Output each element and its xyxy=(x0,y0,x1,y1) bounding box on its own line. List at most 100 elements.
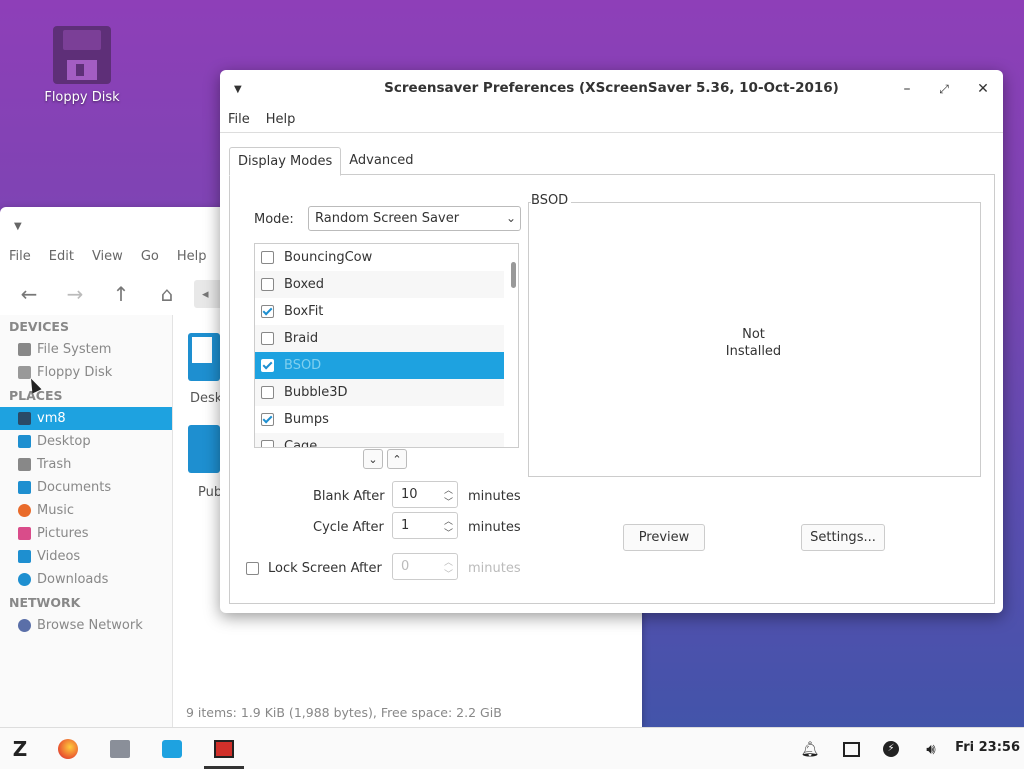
sidebar-item-pictures[interactable]: Pictures xyxy=(0,522,172,545)
menu-view[interactable]: View xyxy=(83,249,132,269)
back-arrow-icon[interactable]: ← xyxy=(6,279,52,309)
move-down-button[interactable]: ⌄ xyxy=(363,449,383,469)
screen-icon[interactable] xyxy=(839,737,863,761)
menu-file[interactable]: File xyxy=(220,112,258,127)
close-icon[interactable]: ✕ xyxy=(971,78,995,100)
firefox-icon[interactable] xyxy=(56,737,80,761)
not-installed-text: Not Installed xyxy=(725,327,782,359)
downloads-icon xyxy=(18,573,31,586)
pictures-icon xyxy=(18,527,31,540)
cycle-after-unit: minutes xyxy=(468,520,521,535)
spin-down-icon[interactable]: ﹀ xyxy=(444,495,453,508)
sidebar-item-downloads[interactable]: Downloads xyxy=(0,568,172,591)
sidebar-item-browse-network[interactable]: Browse Network xyxy=(0,614,172,637)
clock[interactable]: Fri 23:56 xyxy=(955,740,1020,755)
tab-display-modes[interactable]: Display Modes xyxy=(229,147,342,176)
blank-after-label: Blank After xyxy=(313,489,385,504)
display-modes-panel: Mode: Random Screen Saver ⌄ BouncingCow … xyxy=(229,174,995,604)
screensaver-app-icon[interactable] xyxy=(212,737,236,761)
documents-icon xyxy=(18,481,31,494)
sidebar-item-trash[interactable]: Trash xyxy=(0,453,172,476)
checkbox[interactable] xyxy=(261,278,274,291)
notifications-bell-icon[interactable]: 🔔︎ xyxy=(798,737,822,761)
list-item[interactable]: Cage xyxy=(255,433,504,447)
status-bar: 9 items: 1.9 KiB (1,988 bytes), Free spa… xyxy=(186,705,502,720)
blank-after-unit: minutes xyxy=(468,489,521,504)
checkbox[interactable] xyxy=(261,413,274,426)
preview-group-label: BSOD xyxy=(531,193,572,208)
taskbar: Z 🔔︎ ⚡︎ 🔊︎ Fri 23:56 xyxy=(0,727,1024,769)
window-menu-icon[interactable]: ▼ xyxy=(14,221,22,232)
cycle-after-spinner[interactable]: 1 ︿ ﹀ xyxy=(392,512,458,539)
tab-advanced[interactable]: Advanced xyxy=(341,147,421,174)
home-icon[interactable]: ⌂ xyxy=(144,279,190,309)
drive-icon xyxy=(18,343,31,356)
sidebar-item-documents[interactable]: Documents xyxy=(0,476,172,499)
settings-button[interactable]: Settings... xyxy=(801,524,885,551)
up-arrow-icon[interactable]: ↑ xyxy=(98,279,144,309)
sidebar-header-places: PLACES xyxy=(9,388,63,403)
volume-icon[interactable]: 🔊︎ xyxy=(919,737,943,761)
desktop-icon-floppy[interactable]: Floppy Disk xyxy=(40,26,124,105)
menu-go[interactable]: Go xyxy=(132,249,168,269)
list-item[interactable]: Boxed xyxy=(255,271,504,298)
menu-edit[interactable]: Edit xyxy=(40,249,83,269)
music-icon xyxy=(18,504,31,517)
lock-screen-unit: minutes xyxy=(468,561,521,576)
move-up-button[interactable]: ⌃ xyxy=(387,449,407,469)
checkbox[interactable] xyxy=(261,359,274,372)
zorin-menu-icon[interactable]: Z xyxy=(8,737,32,761)
screensaver-list[interactable]: BouncingCow Boxed BoxFit Braid BSOD Bubb… xyxy=(254,243,519,448)
lock-screen-spinner[interactable]: 0 ︿ ﹀ xyxy=(392,553,458,580)
software-store-icon[interactable] xyxy=(160,737,184,761)
spin-down-icon[interactable]: ﹀ xyxy=(444,526,453,539)
cycle-after-label: Cycle After xyxy=(313,520,384,535)
checkbox[interactable] xyxy=(261,332,274,345)
network-icon xyxy=(18,619,31,632)
sidebar-item-file-system[interactable]: File System xyxy=(0,338,172,361)
mode-select[interactable]: Random Screen Saver ⌄ xyxy=(308,206,521,231)
mode-label: Mode: xyxy=(254,212,294,227)
lock-screen-checkbox-row[interactable]: Lock Screen After xyxy=(246,561,382,576)
forward-arrow-icon[interactable]: → xyxy=(52,279,98,309)
sidebar: DEVICES File System Floppy Disk PLACES v… xyxy=(0,315,173,727)
sidebar-item-desktop[interactable]: Desktop xyxy=(0,430,172,453)
sidebar-header-network: NETWORK xyxy=(9,595,81,610)
trash-icon xyxy=(18,458,31,471)
checkbox[interactable] xyxy=(261,440,274,447)
lock-screen-checkbox[interactable] xyxy=(246,562,259,575)
checkbox[interactable] xyxy=(261,305,274,318)
minimize-icon[interactable]: – xyxy=(895,78,919,100)
folder-icon xyxy=(188,425,220,473)
checkbox[interactable] xyxy=(261,386,274,399)
floppy-disk-icon xyxy=(53,26,111,84)
file-manager-menubar: File Edit View Go Help xyxy=(0,249,215,269)
files-icon[interactable] xyxy=(108,737,132,761)
list-scrollbar[interactable] xyxy=(511,262,516,288)
list-item[interactable]: BouncingCow xyxy=(255,244,504,271)
list-item[interactable]: Bumps xyxy=(255,406,504,433)
list-item[interactable]: Bubble3D xyxy=(255,379,504,406)
menu-help[interactable]: Help xyxy=(258,112,304,127)
checkbox[interactable] xyxy=(261,251,274,264)
maximize-icon[interactable]: ⤢ xyxy=(932,78,956,100)
list-item-selected[interactable]: BSOD xyxy=(255,352,504,379)
preview-button[interactable]: Preview xyxy=(623,524,705,551)
sidebar-item-music[interactable]: Music xyxy=(0,499,172,522)
power-icon[interactable]: ⚡︎ xyxy=(879,737,903,761)
menu-help[interactable]: Help xyxy=(168,249,216,269)
desktop-icon xyxy=(18,435,31,448)
list-item[interactable]: BoxFit xyxy=(255,298,504,325)
tab-bar: Display Modes Advanced xyxy=(229,147,421,176)
file-icon xyxy=(188,333,220,381)
menu-file[interactable]: File xyxy=(0,249,40,269)
screensaver-dialog: ▼ Screensaver Preferences (XScreenSaver … xyxy=(220,70,1003,613)
videos-icon xyxy=(18,550,31,563)
dialog-menubar: File Help xyxy=(220,112,303,127)
spin-down-icon[interactable]: ﹀ xyxy=(444,567,453,580)
sidebar-item-videos[interactable]: Videos xyxy=(0,545,172,568)
sidebar-item-vm8[interactable]: vm8 xyxy=(0,407,172,430)
blank-after-spinner[interactable]: 10 ︿ ﹀ xyxy=(392,481,458,508)
list-item[interactable]: Braid xyxy=(255,325,504,352)
chevron-down-icon: ⌄ xyxy=(505,211,516,225)
